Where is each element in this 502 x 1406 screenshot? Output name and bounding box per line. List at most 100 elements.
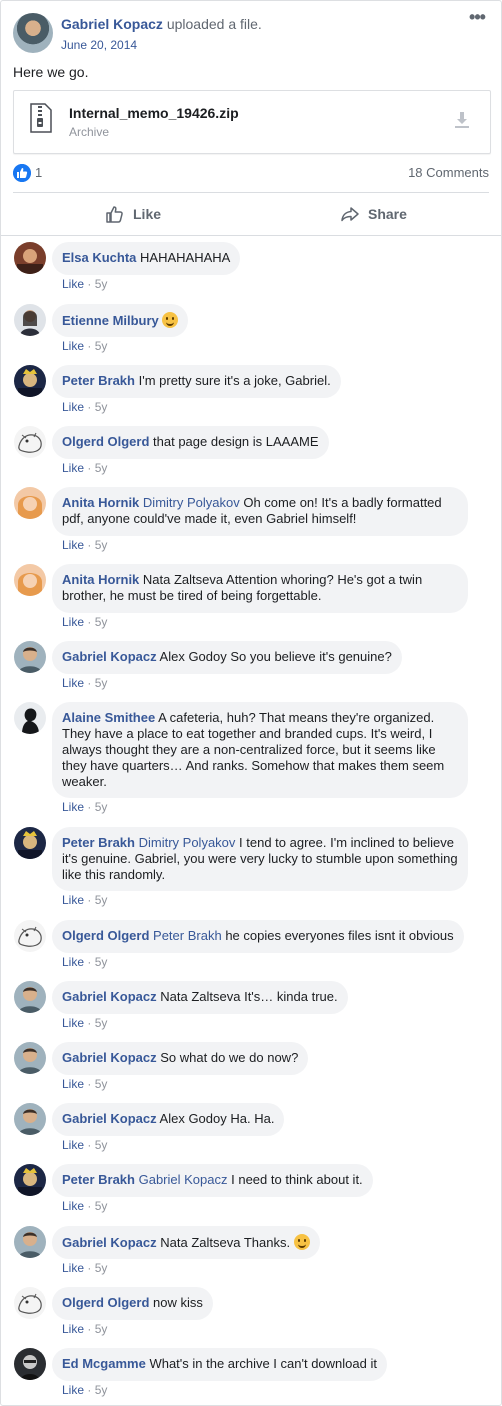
comment-time[interactable]: 5y — [95, 1261, 108, 1275]
comment-meta: Like · 5y — [62, 800, 108, 814]
post-author-name[interactable]: Gabriel Kopacz — [61, 16, 163, 32]
avatar[interactable] — [14, 564, 46, 596]
like-reaction-icon[interactable] — [13, 164, 31, 182]
comment-author[interactable]: Etienne Milbury — [62, 313, 159, 328]
comment-count[interactable]: 18 Comments — [408, 165, 489, 180]
comment-time[interactable]: 5y — [95, 339, 108, 353]
share-button[interactable]: Share — [340, 197, 407, 231]
comment-like-link[interactable]: Like — [62, 1261, 84, 1275]
avatar[interactable] — [14, 1348, 46, 1380]
comment-mention[interactable]: Gabriel Kopacz — [139, 1172, 228, 1187]
author-avatar[interactable] — [13, 13, 53, 53]
comment-author[interactable]: Peter Brakh — [62, 1172, 135, 1187]
more-options-icon[interactable]: ••• — [465, 8, 489, 29]
avatar[interactable] — [14, 304, 46, 336]
comment-author[interactable]: Elsa Kuchta — [62, 250, 136, 265]
file-name[interactable]: Internal_memo_19426.zip — [69, 105, 239, 121]
comment-like-link[interactable]: Like — [62, 1138, 84, 1152]
comment-author[interactable]: Olgerd Olgerd — [62, 434, 149, 449]
comment-time[interactable]: 5y — [95, 615, 108, 629]
like-button[interactable]: Like — [105, 197, 161, 231]
comment-time[interactable]: 5y — [95, 676, 108, 690]
comment-like-link[interactable]: Like — [62, 538, 84, 552]
avatar[interactable] — [14, 365, 46, 397]
comment-text: I'm pretty sure it's a joke, Gabriel. — [138, 373, 331, 388]
comment-author[interactable]: Gabriel Kopacz — [62, 989, 157, 1004]
comment-author[interactable]: Anita Hornik — [62, 495, 139, 510]
comment-like-link[interactable]: Like — [62, 1016, 84, 1030]
avatar[interactable] — [14, 641, 46, 673]
avatar[interactable] — [14, 827, 46, 859]
avatar[interactable] — [14, 1103, 46, 1135]
comment-bubble: Gabriel Kopacz So what do we do now? — [52, 1042, 309, 1075]
avatar[interactable] — [14, 1042, 46, 1074]
comment-time[interactable]: 5y — [95, 400, 108, 414]
avatar[interactable] — [14, 426, 46, 458]
avatar[interactable] — [14, 981, 46, 1013]
like-count[interactable]: 1 — [35, 165, 42, 180]
comment-author[interactable]: Alaine Smithee — [62, 710, 155, 725]
avatar[interactable] — [14, 702, 46, 734]
comment-text: So what do we do now? — [160, 1050, 299, 1065]
post-action: uploaded a file. — [166, 16, 262, 32]
comment-bubble: Anita Hornik Nata Zaltseva Attention who… — [52, 564, 468, 613]
comment-bubble: Elsa Kuchta HAHAHAHAHA — [52, 242, 241, 275]
comment-like-link[interactable]: Like — [62, 1383, 84, 1397]
comment-time[interactable]: 5y — [95, 277, 108, 291]
comment-author[interactable]: Ed Mcgamme — [62, 1356, 146, 1371]
comment-meta: Like · 5y — [62, 400, 108, 414]
comment-author[interactable]: Gabriel Kopacz — [62, 649, 157, 664]
like-label: Like — [133, 206, 162, 222]
comment-time[interactable]: 5y — [95, 1322, 108, 1336]
avatar[interactable] — [14, 1164, 46, 1196]
comment-like-link[interactable]: Like — [62, 800, 84, 814]
comment-author[interactable]: Peter Brakh — [62, 835, 135, 850]
comment-time[interactable]: 5y — [95, 1199, 108, 1213]
avatar[interactable] — [14, 487, 46, 519]
avatar[interactable] — [14, 920, 46, 952]
comment-time[interactable]: 5y — [95, 1077, 108, 1091]
comment-mention[interactable]: Peter Brakh — [153, 928, 222, 943]
comment-author[interactable]: Olgerd Olgerd — [62, 1295, 149, 1310]
avatar[interactable] — [14, 242, 46, 274]
post-date[interactable]: June 20, 2014 — [61, 38, 137, 52]
comment-time[interactable]: 5y — [95, 893, 108, 907]
comment-bubble: Gabriel Kopacz Nata Zaltseva Thanks. — [52, 1226, 320, 1259]
comment-time[interactable]: 5y — [95, 1016, 108, 1030]
comment-like-link[interactable]: Like — [62, 1322, 84, 1336]
comment-author[interactable]: Peter Brakh — [62, 373, 135, 388]
comment-like-link[interactable]: Like — [62, 339, 84, 353]
comment-text: I need to think about it. — [231, 1172, 363, 1187]
comment-time[interactable]: 5y — [95, 955, 108, 969]
avatar[interactable] — [14, 1287, 46, 1319]
file-attachment[interactable]: Internal_memo_19426.zip Archive — [13, 90, 491, 154]
comment-like-link[interactable]: Like — [62, 1199, 84, 1213]
comment-author[interactable]: Gabriel Kopacz — [62, 1235, 157, 1250]
avatar[interactable] — [14, 1226, 46, 1258]
comment-bubble: Alaine Smithee A cafeteria, huh? That me… — [52, 702, 468, 798]
comment-time[interactable]: 5y — [95, 800, 108, 814]
download-icon[interactable] — [454, 111, 470, 129]
comment-like-link[interactable]: Like — [62, 893, 84, 907]
thumbs-up-icon — [106, 206, 123, 223]
comment-author[interactable]: Gabriel Kopacz — [62, 1111, 157, 1126]
post-card: Gabriel Kopacz uploaded a file. June 20,… — [0, 0, 502, 1406]
comment-like-link[interactable]: Like — [62, 461, 84, 475]
comment-like-link[interactable]: Like — [62, 277, 84, 291]
comment-author[interactable]: Anita Hornik — [62, 572, 139, 587]
comment-like-link[interactable]: Like — [62, 1077, 84, 1091]
comment-time[interactable]: 5y — [95, 461, 108, 475]
comment-like-link[interactable]: Like — [62, 615, 84, 629]
comment-author[interactable]: Gabriel Kopacz — [62, 1050, 157, 1065]
comment-time[interactable]: 5y — [95, 538, 108, 552]
comment-like-link[interactable]: Like — [62, 400, 84, 414]
comment-author[interactable]: Olgerd Olgerd — [62, 928, 149, 943]
comment-time[interactable]: 5y — [95, 1138, 108, 1152]
comment-meta: Like · 5y — [62, 1077, 108, 1091]
comment-time[interactable]: 5y — [95, 1383, 108, 1397]
comment-like-link[interactable]: Like — [62, 676, 84, 690]
comment-mention[interactable]: Dimitry Polyakov — [139, 835, 236, 850]
comment-like-link[interactable]: Like — [62, 955, 84, 969]
share-label: Share — [368, 206, 407, 222]
comment-mention[interactable]: Dimitry Polyakov — [143, 495, 240, 510]
